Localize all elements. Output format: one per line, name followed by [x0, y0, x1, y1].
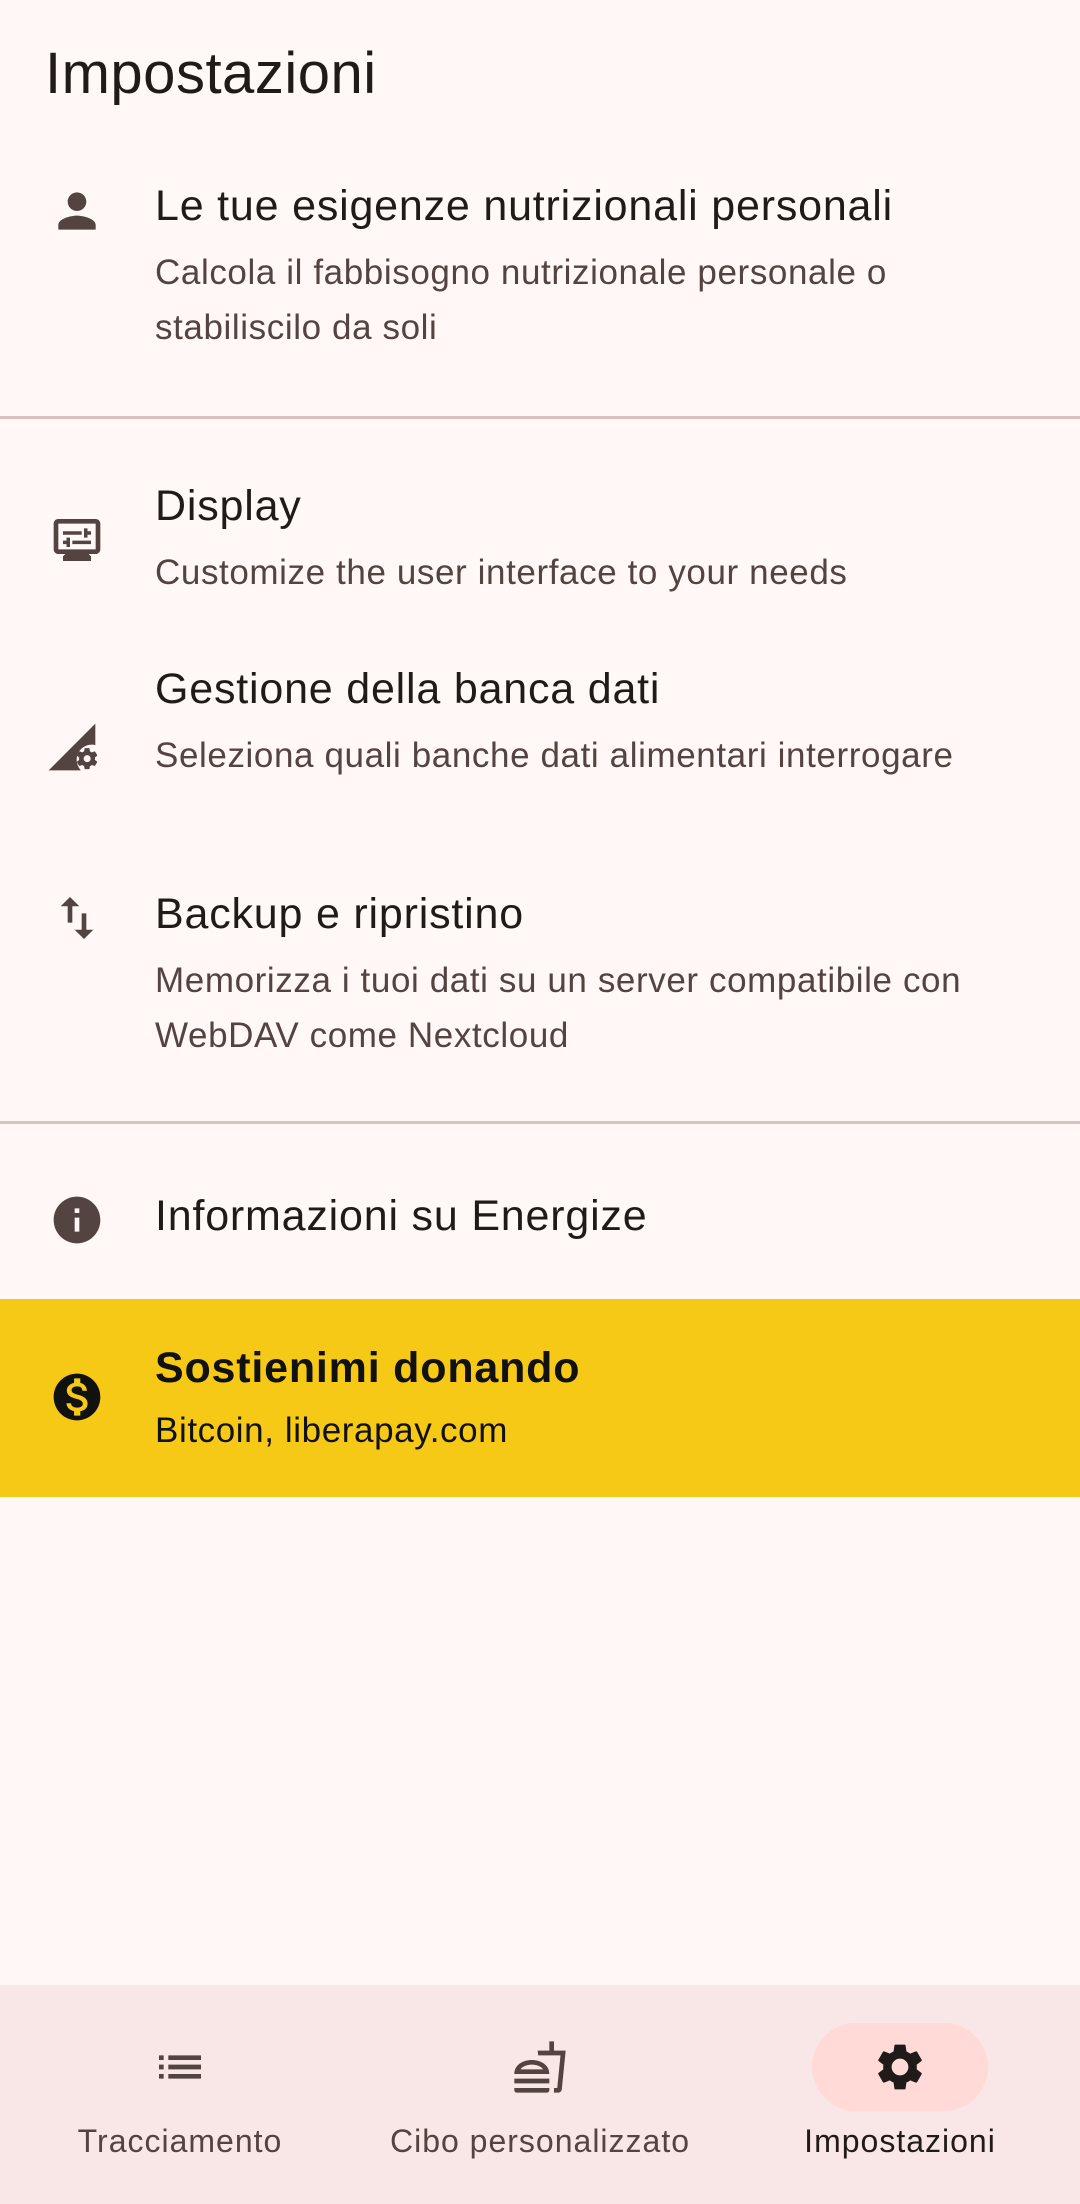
settings-item-subtitle: Bitcoin, liberapay.com	[155, 1411, 508, 1450]
settings-item-about[interactable]: Informazioni su Energize	[0, 1150, 1080, 1290]
settings-item-subtitle: Calcola il fabbisogno nutrizionale perso…	[155, 253, 887, 347]
settings-item-subtitle: Seleziona quali banche dati alimentari i…	[155, 736, 954, 775]
settings-item-subtitle: Customize the user interface to your nee…	[155, 553, 848, 592]
gear-icon	[878, 2044, 922, 2090]
fastfood-icon	[514, 2041, 566, 2093]
divider	[0, 1121, 1080, 1124]
nav-label: Tracciamento	[77, 2123, 283, 2159]
settings-item-title: Gestione della banca dati	[155, 665, 661, 713]
swap-vertical-icon	[45, 886, 109, 950]
nav-label: Cibo personalizzato	[389, 2123, 691, 2159]
list-icon	[159, 2055, 201, 2079]
settings-item-title: Informazioni su Energize	[155, 1192, 648, 1240]
settings-item-title: Le tue esigenze nutrizionali personali	[155, 182, 893, 230]
nav-item-custom-food[interactable]: Cibo personalizzato	[370, 1985, 710, 2204]
info-icon	[45, 1188, 109, 1252]
settings-item-donate[interactable]: Sostienimi donando Bitcoin, liberapay.co…	[0, 1299, 1080, 1497]
settings-item-database[interactable]: Gestione della banca dati Seleziona qual…	[0, 653, 1080, 853]
signal-cellular-gear-icon	[40, 715, 104, 779]
page-title: Impostazioni	[45, 41, 377, 106]
settings-item-title: Backup e ripristino	[155, 890, 524, 938]
divider	[0, 416, 1080, 419]
person-icon	[45, 179, 109, 243]
bottom-navigation: Tracciamento Cibo personalizzato Imposta…	[0, 1985, 1080, 2204]
settings-item-backup[interactable]: Backup e ripristino Memorizza i tuoi dat…	[0, 878, 1080, 1078]
dollar-circle-icon	[45, 1365, 109, 1429]
settings-item-display[interactable]: Display Customize the user interface to …	[0, 470, 1080, 620]
nav-pill	[92, 2023, 268, 2111]
nav-pill	[452, 2023, 628, 2111]
settings-item-title: Display	[155, 482, 302, 530]
settings-item-nutrition[interactable]: Le tue esigenze nutrizionali personali C…	[0, 170, 1080, 400]
display-settings-icon	[45, 508, 109, 572]
settings-item-title: Sostienimi donando	[155, 1344, 581, 1392]
nav-item-settings[interactable]: Impostazioni	[750, 1985, 1050, 2204]
nav-pill-active	[812, 2023, 988, 2111]
settings-item-subtitle: Memorizza i tuoi dati su un server compa…	[155, 961, 962, 1055]
nav-item-tracking[interactable]: Tracciamento	[30, 1985, 330, 2204]
nav-label: Impostazioni	[804, 2123, 996, 2159]
